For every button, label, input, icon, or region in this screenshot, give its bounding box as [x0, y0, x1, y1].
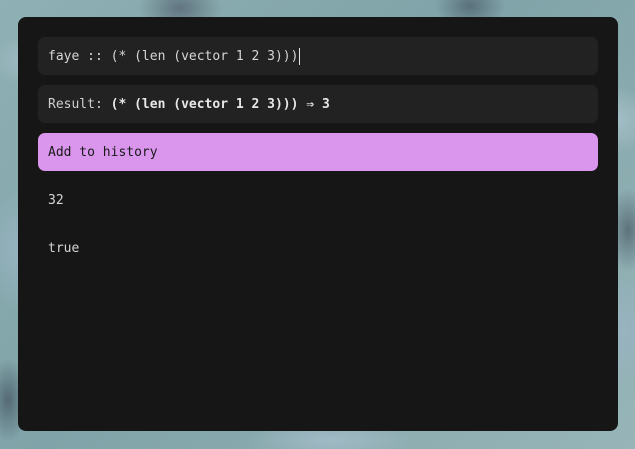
list-item-history-32[interactable]: 32: [38, 181, 598, 219]
result-display: Result: (* (len (vector 1 2 3))) ⇒ 3: [38, 85, 598, 123]
list-item-history-true[interactable]: true: [38, 229, 598, 267]
launcher-window: faye :: (* (len (vector 1 2 3))) Result:…: [18, 17, 618, 431]
list-item-label: 32: [48, 192, 64, 208]
query-text: (* (len (vector 1 2 3))): [110, 48, 299, 64]
list-item-label: Add to history: [48, 144, 158, 160]
result-label: Result:: [48, 96, 111, 112]
list-item-add-to-history[interactable]: Add to history: [38, 133, 598, 171]
result-value: (* (len (vector 1 2 3))) ⇒ 3: [110, 96, 330, 112]
prompt-prefix: faye ::: [48, 48, 111, 64]
list-item-label: true: [48, 240, 80, 256]
query-input[interactable]: faye :: (* (len (vector 1 2 3))): [38, 37, 598, 75]
text-caret: [299, 47, 301, 65]
